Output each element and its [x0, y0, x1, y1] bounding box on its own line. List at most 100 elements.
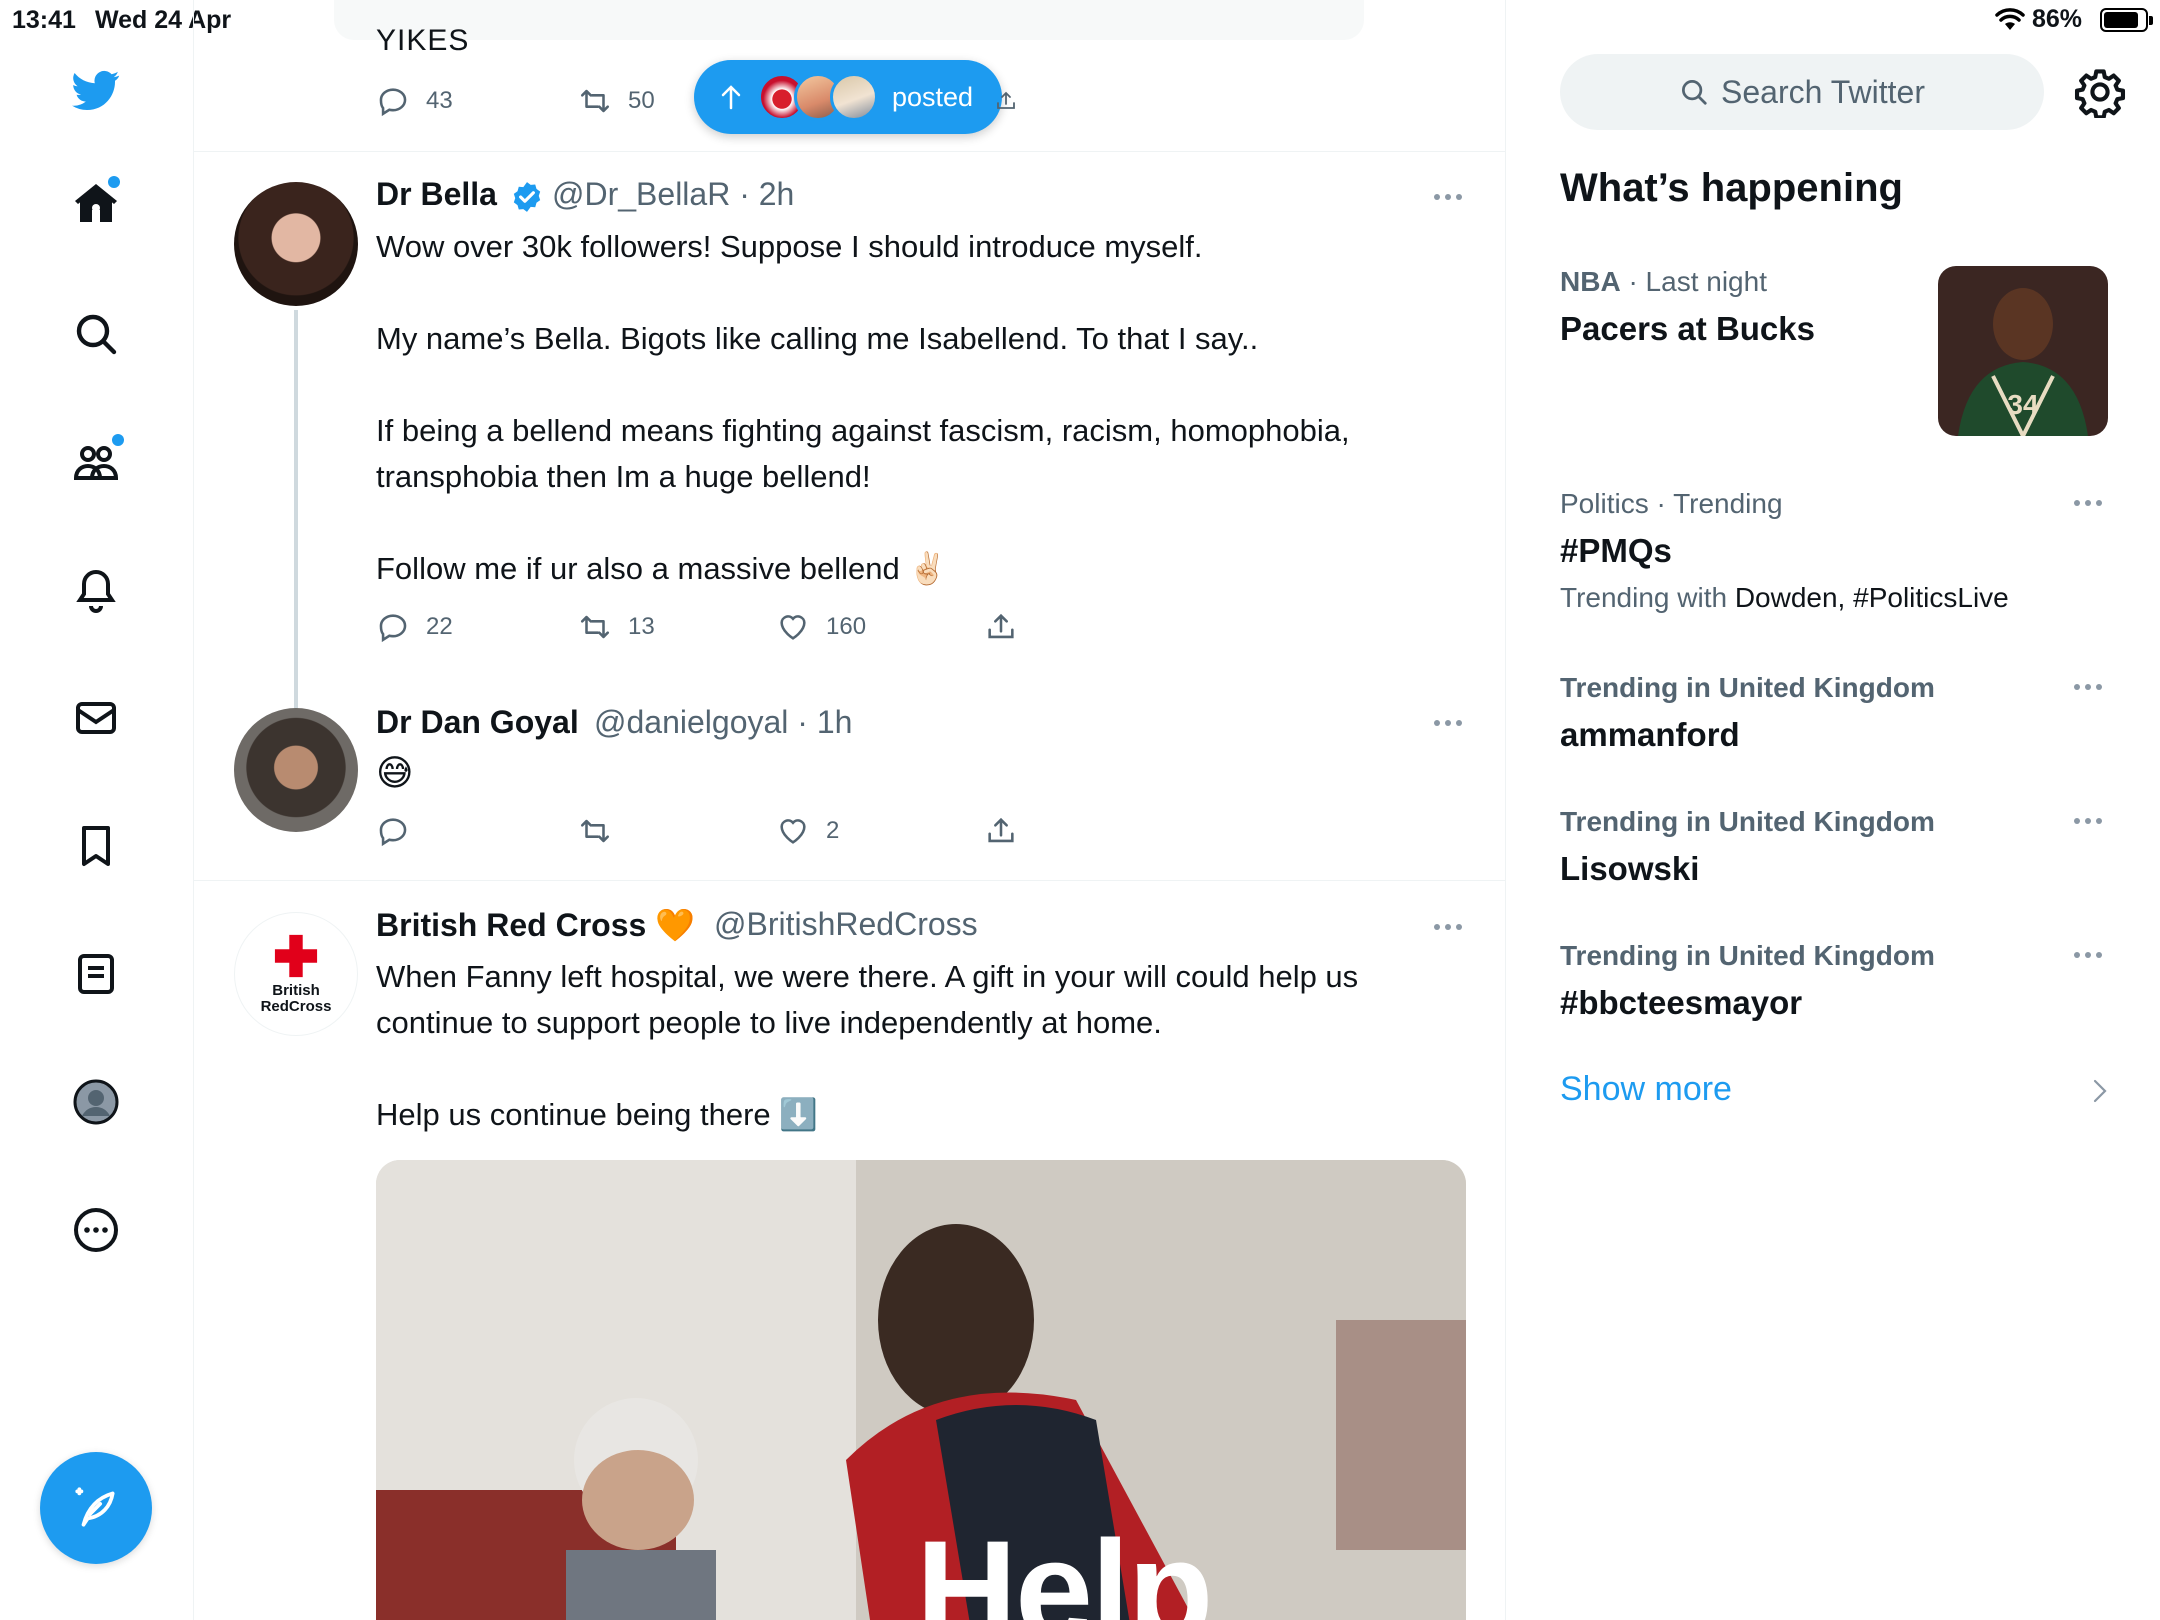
tweet-author-name[interactable]: Dr Bella — [376, 176, 497, 213]
trend-thumbnail-image[interactable]: 34 — [1938, 266, 2108, 436]
trend-meta: Trending in United Kingdom — [1560, 806, 1935, 837]
posted-label: posted — [892, 81, 974, 112]
compose-feather-icon — [75, 1487, 115, 1527]
left-nav-rail — [0, 0, 194, 1620]
more-options-icon[interactable] — [60, 1194, 132, 1266]
verified-badge-icon — [513, 182, 541, 212]
retweet-icon — [580, 89, 610, 113]
trend-with: Trending with Dowden, #PoliticsLive — [1560, 582, 2009, 613]
show-more-link[interactable]: Show more — [1560, 1070, 1732, 1109]
like-count: 2 — [826, 817, 840, 844]
avatar-dr-dan-goyal[interactable] — [234, 708, 358, 832]
retweet-count: 13 — [628, 613, 655, 640]
reply-button[interactable] — [376, 814, 426, 848]
avatar-text-british: British — [272, 982, 320, 999]
tweet-divider — [194, 880, 1505, 881]
communities-notification-dot — [112, 434, 124, 446]
search-bar[interactable]: Search Twitter — [1560, 54, 2044, 130]
trend-title[interactable]: Pacers at Bucks — [1560, 310, 1815, 348]
svg-text:34: 34 — [2007, 389, 2039, 420]
tweet-divider — [194, 151, 1505, 152]
tweet-body: Wow over 30k followers! Suppose I should… — [376, 229, 1350, 586]
red-cross-logo-icon — [274, 934, 318, 978]
bookmarks-icon[interactable] — [60, 810, 132, 882]
home-notification-dot — [108, 176, 120, 188]
share-button-partial[interactable] — [994, 84, 1018, 118]
lists-icon[interactable] — [60, 938, 132, 1010]
share-button[interactable] — [984, 610, 1018, 644]
embedded-card-edge — [334, 0, 1364, 40]
like-count: 160 — [826, 613, 867, 640]
retweet-button[interactable] — [578, 814, 628, 848]
timeline: YIKES 43 50 posted Dr Bella @Dr_BellaR ·… — [194, 0, 1506, 1620]
arrow-up-icon — [721, 85, 741, 110]
share-icon — [997, 91, 1015, 109]
reply-icon — [379, 88, 407, 117]
thread-connector-line — [294, 310, 298, 710]
search-icon[interactable] — [60, 298, 132, 370]
reply-count: 22 — [426, 613, 453, 640]
trend-meta: Trending in United Kingdom — [1560, 940, 1935, 971]
settings-gear-icon[interactable] — [2074, 66, 2126, 118]
retweet-count: 50 — [628, 87, 655, 114]
trend-meta: Politics · Trending — [1560, 488, 1783, 519]
tweet-body: When Fanny left hospital, we were there.… — [376, 959, 1359, 1132]
retweet-icon — [580, 615, 610, 639]
tweet-media-image[interactable]: Help — [376, 1160, 1466, 1620]
reply-button[interactable]: 43 — [376, 84, 453, 118]
share-icon — [988, 817, 1014, 843]
reply-icon — [379, 614, 407, 643]
trend-title[interactable]: Lisowski — [1560, 850, 1699, 888]
avatar-text-redcross: RedCross — [260, 998, 332, 1015]
avatar-dr-bella[interactable] — [234, 182, 358, 306]
profile-avatar-icon[interactable] — [60, 1066, 132, 1138]
right-sidebar: Search Twitter What’s happening NBA · La… — [1506, 0, 2160, 1620]
posted-avatars — [756, 73, 878, 121]
retweet-icon — [580, 819, 610, 843]
tweet-author-name[interactable]: Dr Dan Goyal — [376, 704, 579, 741]
trend-title[interactable]: #bbcteesmayor — [1560, 984, 1802, 1022]
reply-icon — [379, 818, 407, 847]
tweet-more-icon[interactable] — [1434, 924, 1462, 930]
heart-icon — [780, 615, 806, 640]
trend-meta: Trending in United Kingdom — [1560, 672, 1935, 703]
avatar-british-red-cross[interactable]: British RedCross — [234, 912, 358, 1036]
like-button[interactable]: 2 — [776, 814, 839, 848]
share-icon — [988, 613, 1014, 639]
trend-title[interactable]: #PMQs — [1560, 532, 1672, 570]
like-button[interactable]: 160 — [776, 610, 866, 644]
share-button[interactable] — [984, 814, 1018, 848]
tweet-handle-time[interactable]: @Dr_BellaR · 2h — [552, 176, 794, 213]
tweet-handle-time[interactable]: @BritishRedCross — [714, 906, 978, 943]
media-overlay-text: Help — [916, 1511, 1213, 1620]
trend-more-icon[interactable] — [2074, 684, 2102, 690]
twitter-logo-icon[interactable] — [60, 54, 132, 126]
chevron-right-icon — [2093, 1079, 2107, 1103]
trend-title[interactable]: ammanford — [1560, 716, 1740, 754]
basketball-player-photo: 34 — [1938, 266, 2108, 436]
tweet-text-partial: YIKES — [376, 24, 470, 57]
posted-avatar-3 — [830, 73, 878, 121]
retweet-button[interactable]: 13 — [578, 610, 655, 644]
home-icon[interactable] — [60, 168, 132, 240]
trend-meta: NBA · Last night — [1560, 266, 1767, 297]
new-tweets-posted-pill[interactable]: posted — [694, 60, 1002, 134]
reply-button[interactable]: 22 — [376, 610, 453, 644]
trend-more-icon[interactable] — [2074, 952, 2102, 958]
heart-icon — [780, 819, 806, 844]
compose-tweet-button[interactable] — [40, 1452, 152, 1564]
tweet-author-name[interactable]: British Red Cross 🧡 — [376, 906, 695, 944]
tweet-body: 😅 — [376, 752, 414, 793]
reply-count: 43 — [426, 87, 453, 114]
notifications-bell-icon[interactable] — [60, 554, 132, 626]
tweet-more-icon[interactable] — [1434, 194, 1462, 200]
tweet-more-icon[interactable] — [1434, 720, 1462, 726]
search-icon — [1682, 80, 1707, 105]
communities-icon[interactable] — [60, 426, 132, 498]
search-placeholder: Search Twitter — [1721, 73, 1925, 110]
retweet-button[interactable]: 50 — [578, 84, 655, 118]
trend-more-icon[interactable] — [2074, 818, 2102, 824]
trend-more-icon[interactable] — [2074, 500, 2102, 506]
tweet-handle-time[interactable]: @danielgoyal · 1h — [594, 704, 852, 741]
messages-envelope-icon[interactable] — [60, 682, 132, 754]
